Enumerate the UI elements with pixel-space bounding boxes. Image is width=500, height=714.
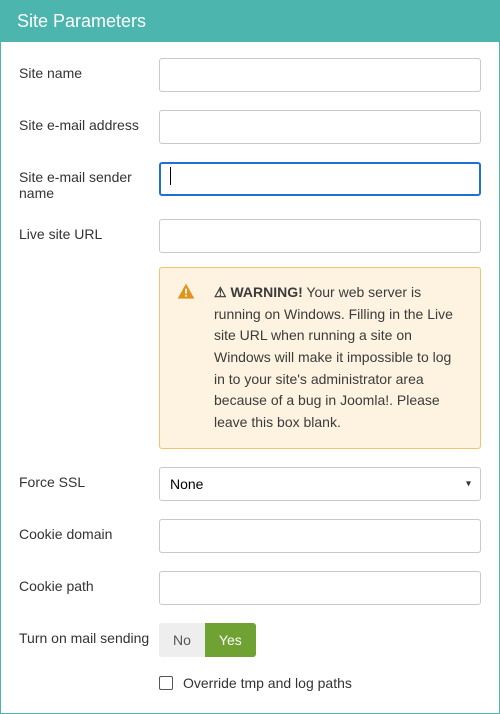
cookie-domain-input[interactable] [159,519,481,553]
site-email-label: Site e-mail address [19,110,159,133]
mail-sending-no-button[interactable]: No [159,623,205,657]
sender-name-label: Site e-mail sender name [19,162,159,201]
site-name-label: Site name [19,58,159,81]
cookie-path-input[interactable] [159,571,481,605]
sender-name-input[interactable] [159,162,481,196]
live-site-url-input[interactable] [159,219,481,253]
cookie-domain-label: Cookie domain [19,519,159,542]
panel-title: Site Parameters [1,1,499,42]
force-ssl-select[interactable]: None [159,467,481,501]
override-paths-label: Override tmp and log paths [183,675,352,691]
force-ssl-label: Force SSL [19,467,159,490]
warning-prefix: WARNING! [230,284,302,300]
site-name-input[interactable] [159,58,481,92]
warning-triangle-icon [176,282,196,302]
mail-sending-label: Turn on mail sending [19,623,159,646]
cookie-path-label: Cookie path [19,571,159,594]
warning-text: Your web server is running on Windows. F… [214,284,453,430]
override-paths-checkbox[interactable] [159,676,173,690]
warning-spacer [19,267,159,274]
warning-caution-icon: ⚠ [214,284,230,300]
site-email-input[interactable] [159,110,481,144]
mail-sending-toggle[interactable]: No Yes [159,623,256,657]
panel-body: Site name Site e-mail address Site e-mai… [1,42,499,713]
live-site-url-label: Live site URL [19,219,159,242]
site-parameters-panel: Site Parameters Site name Site e-mail ad… [0,0,500,714]
live-site-warning: ⚠ WARNING! Your web server is running on… [159,267,481,449]
mail-sending-yes-button[interactable]: Yes [205,623,256,657]
